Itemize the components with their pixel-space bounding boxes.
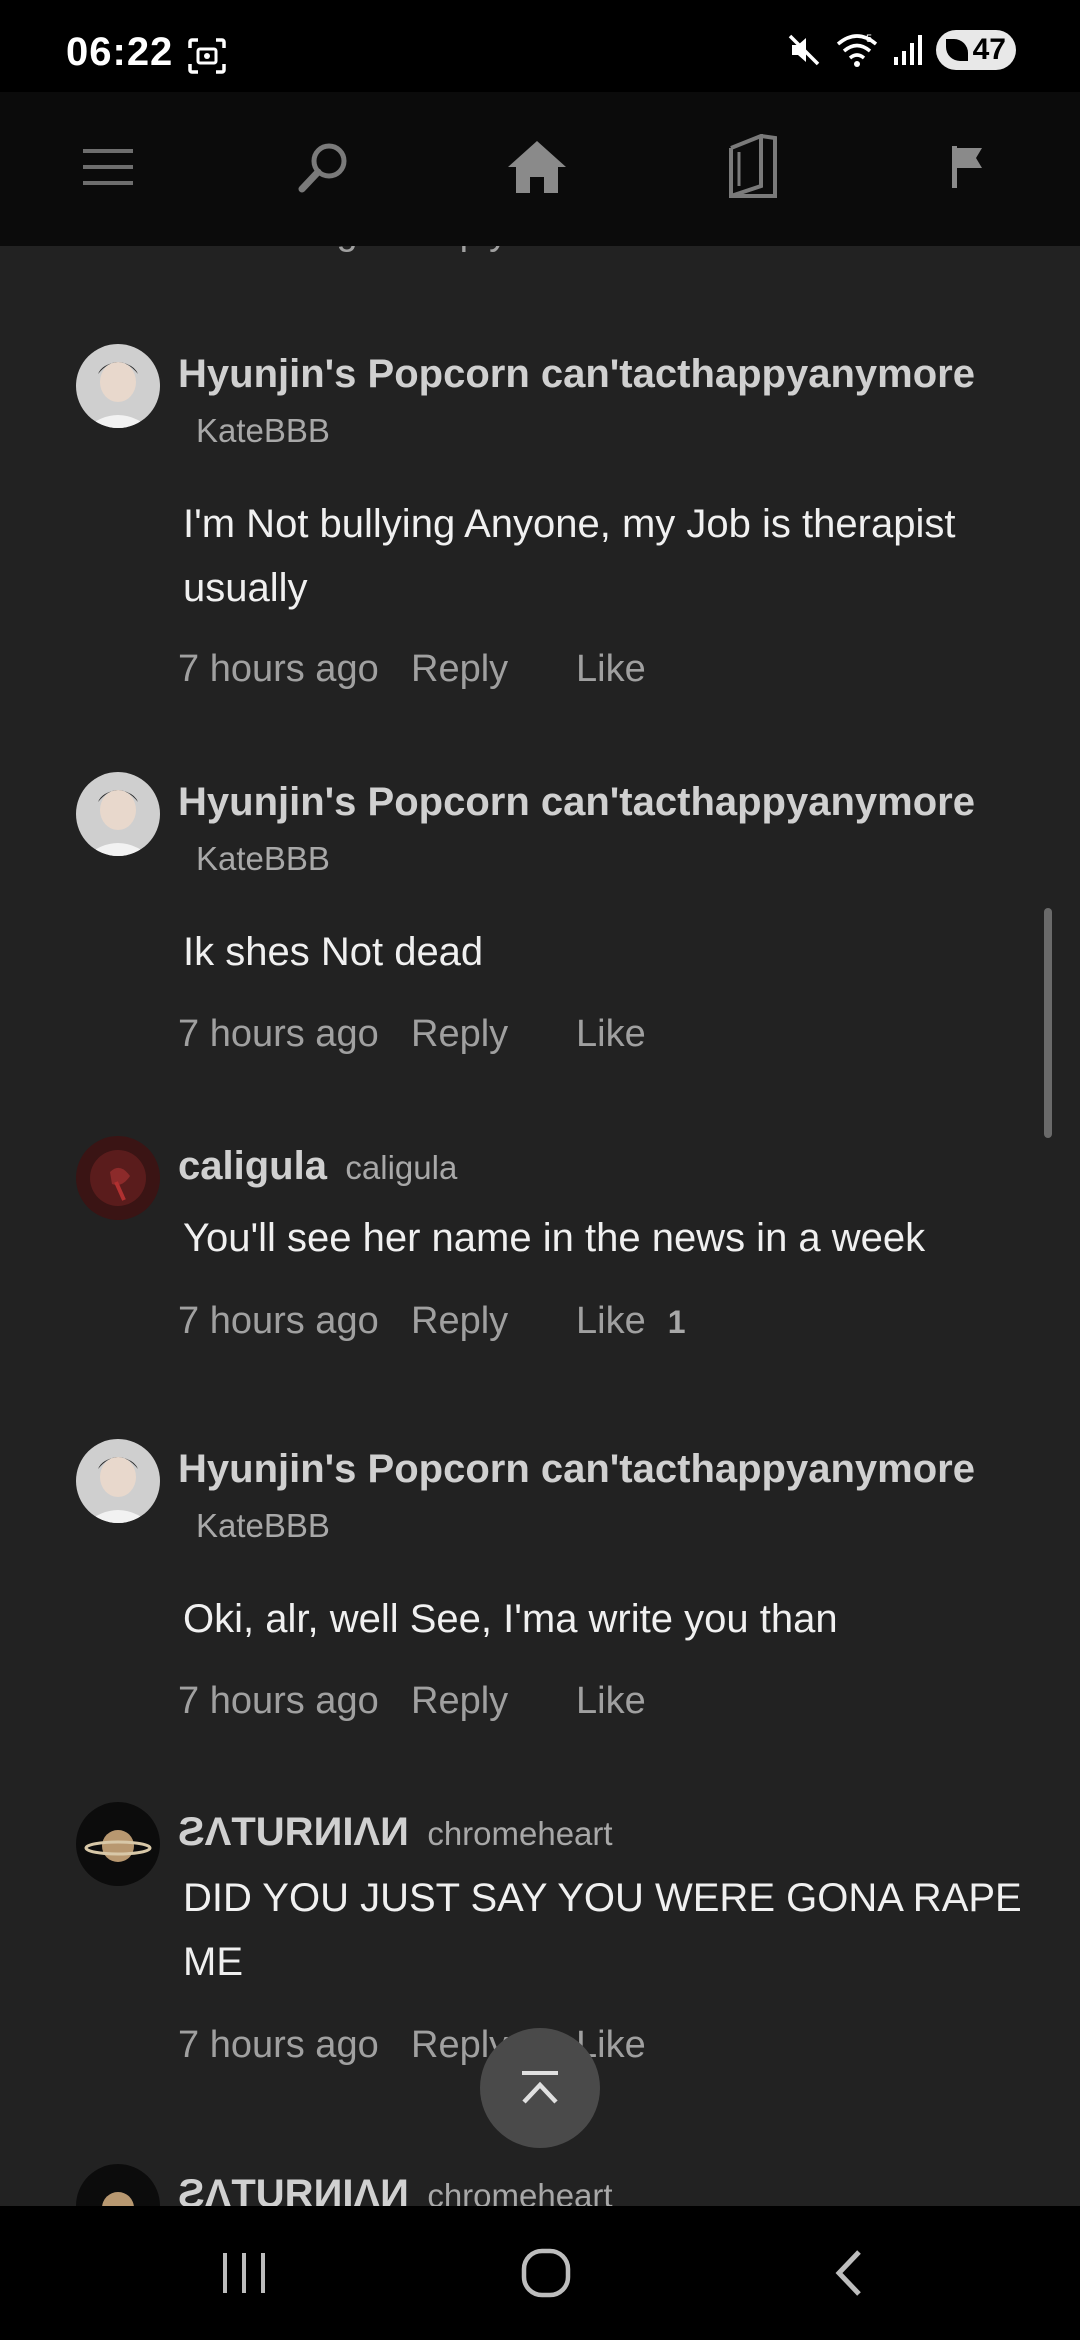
home-system-button[interactable] [446, 2206, 646, 2340]
comment-text: I'm Not bullying Anyone, my Job is thera… [183, 502, 956, 610]
reply-button[interactable]: Reply [411, 1013, 576, 1056]
chevron-up-icon [522, 2071, 558, 2104]
comment-header: ƧΛTURИIΛИ chromeheart [178, 1808, 1038, 1865]
search-button[interactable] [289, 132, 359, 202]
avatar[interactable] [76, 2164, 160, 2206]
svg-text:5: 5 [866, 33, 872, 45]
comment-meta: 7 hours ago Reply Like [178, 1013, 646, 1056]
comment-time: 7 hours ago [178, 2024, 379, 2066]
comment-item-partial: ƧΛTURИIΛИ chromeheart [0, 2164, 1080, 2206]
scroll-to-top-button[interactable] [480, 2028, 600, 2148]
comment-feed[interactable]: 7 hours ago Reply Like Hyunjin's Popcorn… [0, 246, 1080, 2206]
comment-text: You'll see her name in the news in a wee… [183, 1216, 926, 1260]
flag-icon [952, 146, 982, 188]
comment-meta: 7 hours ago Reply Like [178, 648, 646, 691]
comment-handle[interactable]: KateBBB [196, 839, 1038, 879]
mute-icon [788, 34, 820, 66]
comment-time: 7 hours ago [178, 648, 379, 690]
library-button[interactable] [718, 132, 788, 202]
menu-icon [83, 149, 133, 185]
comment-header: Hyunjin's Popcorn can'tacthappyanymore K… [178, 778, 1038, 879]
status-bar: 06:22 5 47 [0, 0, 1080, 92]
comment-author[interactable]: Hyunjin's Popcorn can'tacthappyanymore [178, 352, 975, 396]
reply-button[interactable]: Reply [411, 246, 576, 254]
battery-level: 47 [972, 33, 1006, 66]
avatar[interactable] [76, 1439, 160, 1523]
signal-icon [894, 35, 922, 65]
search-icon [298, 143, 347, 193]
comment-handle[interactable]: KateBBB [196, 411, 1038, 451]
comment-handle[interactable]: chromeheart [427, 2177, 612, 2206]
comment-header: caligula caligula [178, 1142, 1038, 1199]
wifi-icon: 5 [836, 33, 878, 67]
like-count: 1 [667, 1304, 686, 1340]
battery-icon: 47 [936, 30, 1016, 70]
home-circle-icon [521, 2248, 571, 2298]
comment-time: 7 hours ago [178, 1300, 379, 1342]
comment-author[interactable]: ƧΛTURИIΛИ [178, 1810, 409, 1854]
reply-button[interactable]: Reply [411, 1680, 576, 1723]
recent-apps-icon [223, 2253, 265, 2293]
battery-saver-leaf-icon [946, 39, 968, 61]
screenshot-icon [188, 38, 226, 74]
comment-meta: 7 hours ago Reply Like [178, 1680, 646, 1723]
status-time: 06:22 [66, 30, 174, 74]
home-icon [508, 141, 566, 193]
comment-text: Ik shes Not dead [183, 930, 484, 974]
like-button[interactable]: Like [576, 246, 646, 254]
flag-button[interactable] [933, 132, 1003, 202]
comment-item: Hyunjin's Popcorn can'tacthappyanymore K… [0, 1439, 1080, 1722]
like-button[interactable]: Like [576, 1680, 646, 1723]
avatar[interactable] [76, 1802, 160, 1886]
avatar[interactable] [76, 1136, 160, 1220]
comment-text: Oki, alr, well See, I'ma write you than [183, 1597, 838, 1641]
comment-handle[interactable]: KateBBB [196, 1506, 1038, 1546]
system-nav-bar [0, 2206, 1080, 2340]
like-button[interactable]: Like [576, 1300, 646, 1343]
home-button[interactable] [502, 132, 572, 202]
comment-author[interactable]: ƧΛTURИIΛИ [178, 2172, 409, 2206]
comment-header: Hyunjin's Popcorn can'tacthappyanymore K… [178, 350, 1038, 451]
comment-text: DID YOU JUST SAY YOU WERE GONA RAPE ME [183, 1876, 1022, 1984]
comment-item: Hyunjin's Popcorn can'tacthappyanymore K… [0, 772, 1080, 1055]
scrollbar[interactable] [1044, 908, 1052, 1138]
recent-apps-button[interactable] [144, 2206, 344, 2340]
comment-handle[interactable]: caligula [345, 1149, 457, 1186]
comment-time: 7 hours ago [178, 246, 411, 254]
back-icon [835, 2250, 861, 2296]
comment-time: 7 hours ago [178, 1013, 379, 1055]
comment-header: ƧΛTURИIΛИ chromeheart [178, 2170, 1038, 2206]
comment-author[interactable]: caligula [178, 1144, 327, 1188]
comment-meta-partial: 7 hours ago Reply Like [178, 246, 646, 254]
comment-item: Hyunjin's Popcorn can'tacthappyanymore K… [0, 344, 1080, 690]
comment-header: Hyunjin's Popcorn can'tacthappyanymore K… [178, 1445, 1038, 1546]
comment-author[interactable]: Hyunjin's Popcorn can'tacthappyanymore [178, 1447, 975, 1491]
comment-time: 7 hours ago [178, 1680, 379, 1722]
reply-button[interactable]: Reply [411, 1300, 576, 1343]
library-icon [729, 134, 777, 198]
back-button[interactable] [748, 2206, 948, 2340]
menu-button[interactable] [73, 132, 143, 202]
like-button[interactable]: Like [576, 648, 646, 691]
like-button[interactable]: Like [576, 1013, 646, 1056]
comment-meta: 7 hours ago Reply Like 1 [178, 1300, 686, 1343]
avatar[interactable] [76, 344, 160, 428]
comment-handle[interactable]: chromeheart [427, 1815, 612, 1852]
comment-author[interactable]: Hyunjin's Popcorn can'tacthappyanymore [178, 780, 975, 824]
comment-item: caligula caligula You'll see her name in… [0, 1136, 1080, 1376]
avatar[interactable] [76, 772, 160, 856]
top-nav [0, 92, 1080, 246]
reply-button[interactable]: Reply [411, 648, 576, 691]
